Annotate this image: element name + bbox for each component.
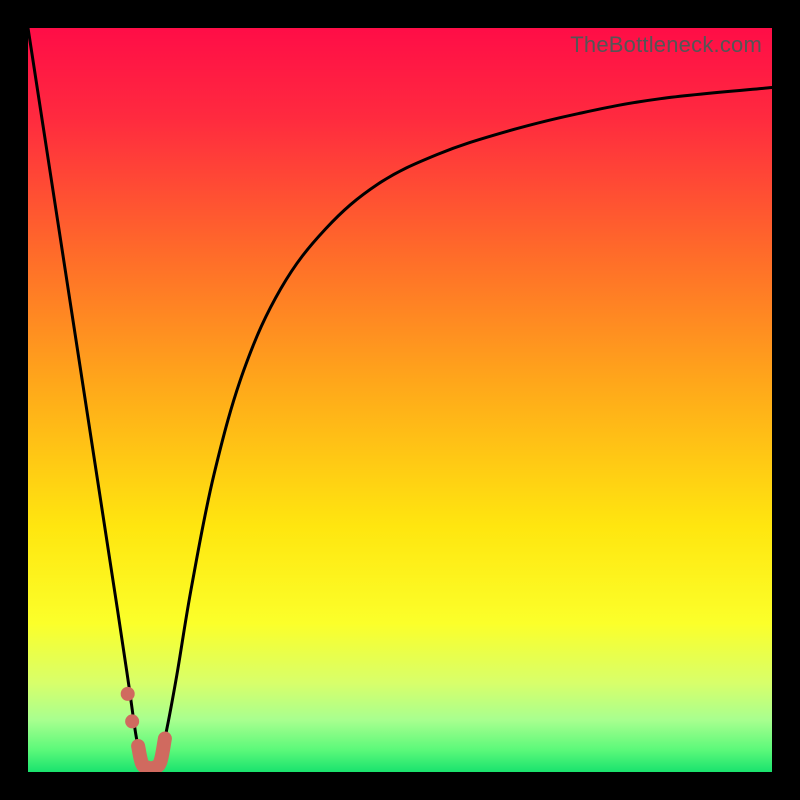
valley-dots-0 (121, 687, 135, 701)
valley-dots-1 (125, 714, 139, 728)
series-right-branch (158, 88, 772, 765)
valley-highlight (138, 739, 165, 769)
plot-area: TheBottleneck.com (28, 28, 772, 772)
chart-container: TheBottleneck.com (0, 0, 800, 800)
curve-layer (28, 28, 772, 772)
series-left-branch (28, 28, 142, 765)
watermark-text: TheBottleneck.com (570, 32, 762, 58)
